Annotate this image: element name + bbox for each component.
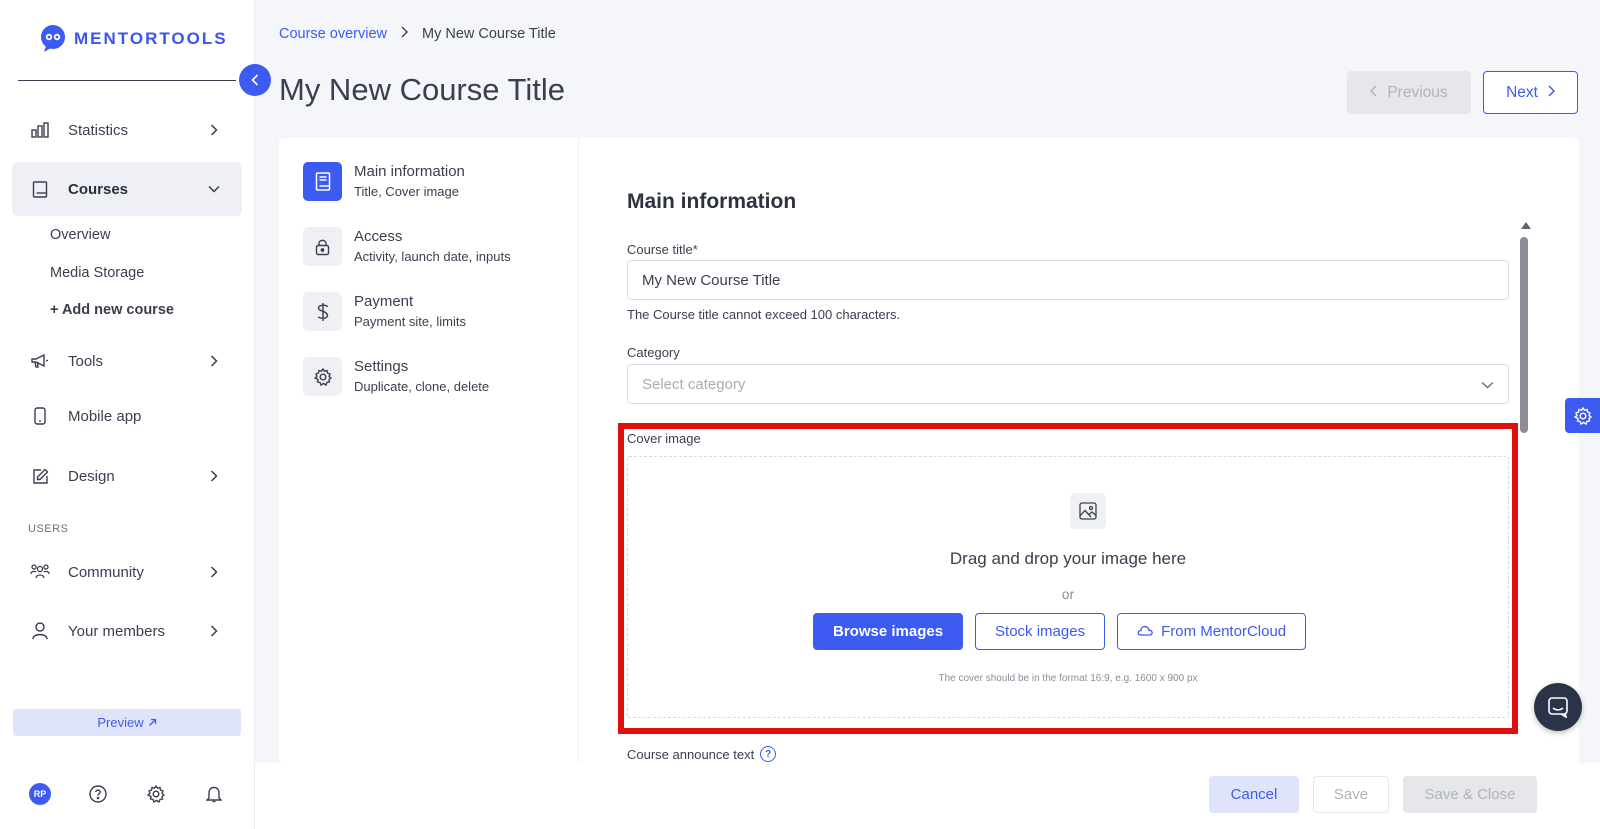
chevron-right-icon <box>206 468 222 484</box>
chevron-left-icon <box>251 74 259 86</box>
collapse-sidebar-button[interactable] <box>239 64 271 96</box>
breadcrumb-current: My New Course Title <box>422 26 556 42</box>
page-title: My New Course Title <box>279 72 565 107</box>
scroll-up-arrow[interactable] <box>1521 222 1531 229</box>
save-button[interactable]: Save <box>1313 776 1389 813</box>
sidebar-item-label: Statistics <box>68 121 129 139</box>
preview-label: Preview <box>97 715 144 730</box>
step-title: Payment <box>354 293 414 310</box>
sidebar-item-your-members[interactable]: Your members <box>12 604 242 658</box>
people-icon <box>30 562 50 582</box>
announce-text-label: Course announce text ? <box>627 746 777 762</box>
chat-launcher-button[interactable] <box>1534 683 1582 731</box>
step-subtitle: Payment site, limits <box>354 314 466 329</box>
sidebar-subitem-add-course[interactable]: + Add new course <box>50 302 174 318</box>
step-title: Access <box>354 228 403 245</box>
sidebar-item-label: Design <box>68 467 115 485</box>
step-title: Main information <box>354 163 465 180</box>
steps-panel: Main information Title, Cover image Acce… <box>279 138 579 763</box>
book-icon <box>303 162 342 201</box>
step-access[interactable]: Access Activity, launch date, inputs <box>303 227 511 266</box>
pencil-icon <box>30 466 50 486</box>
megaphone-icon <box>30 351 50 371</box>
action-footer: Cancel Save Save & Close <box>255 763 1600 829</box>
chevron-right-icon <box>206 122 222 138</box>
sidebar: MENTORTOOLS Statistics Courses Overview … <box>0 0 255 829</box>
cancel-button[interactable]: Cancel <box>1209 776 1299 813</box>
step-subtitle: Activity, launch date, inputs <box>354 249 511 264</box>
chevron-right-icon <box>206 623 222 639</box>
section-label-users: USERS <box>28 523 69 535</box>
course-title-input[interactable] <box>627 260 1509 300</box>
step-subtitle: Title, Cover image <box>354 184 459 199</box>
previous-button[interactable]: Previous <box>1347 71 1471 114</box>
sidebar-item-community[interactable]: Community <box>12 545 242 599</box>
help-icon[interactable]: ? <box>760 746 777 762</box>
course-title-helper: The Course title cannot exceed 100 chara… <box>627 307 901 322</box>
scrollbar-thumb[interactable] <box>1520 237 1528 433</box>
chat-icon <box>1548 697 1568 718</box>
chevron-right-icon <box>206 564 222 580</box>
sidebar-item-courses[interactable]: Courses <box>12 162 242 216</box>
gear-icon <box>1573 406 1592 425</box>
external-link-icon <box>148 715 157 730</box>
mobile-icon <box>30 406 50 426</box>
logo[interactable]: MENTORTOOLS <box>38 24 228 54</box>
category-select[interactable]: Select category <box>627 364 1509 404</box>
chevron-right-icon <box>1548 84 1555 102</box>
announce-label-text: Course announce text <box>627 746 755 762</box>
course-editor-card: Main information Title, Cover image Acce… <box>279 138 1579 763</box>
dollar-icon <box>303 292 342 331</box>
step-subtitle: Duplicate, clone, delete <box>354 379 490 394</box>
category-label: Category <box>627 345 680 360</box>
gear-icon[interactable] <box>145 783 167 805</box>
previous-label: Previous <box>1387 83 1448 101</box>
highlight-annotation <box>618 423 1518 734</box>
chevron-right-icon <box>401 26 408 42</box>
sidebar-item-label: Your members <box>68 622 165 640</box>
logo-icon <box>41 25 65 52</box>
next-label: Next <box>1506 83 1538 101</box>
save-close-button[interactable]: Save & Close <box>1403 776 1537 813</box>
sidebar-item-design[interactable]: Design <box>12 449 242 503</box>
chevron-down-icon <box>1481 376 1494 393</box>
bell-icon[interactable] <box>203 783 225 805</box>
step-settings[interactable]: Settings Duplicate, clone, delete <box>303 357 489 396</box>
category-placeholder: Select category <box>642 375 746 393</box>
sidebar-item-mobile-app[interactable]: Mobile app <box>12 389 242 443</box>
step-main-information[interactable]: Main information Title, Cover image <box>303 162 465 201</box>
settings-tab-button[interactable] <box>1565 398 1600 433</box>
chevron-left-icon <box>1370 84 1377 102</box>
form-heading: Main information <box>627 190 797 213</box>
chevron-down-icon <box>206 181 222 197</box>
sidebar-item-label: Courses <box>68 180 129 198</box>
chevron-right-icon <box>206 353 222 369</box>
sidebar-subitem-overview[interactable]: Overview <box>50 227 110 243</box>
sidebar-divider <box>18 80 236 81</box>
sidebar-item-label: Tools <box>68 352 104 370</box>
brand-name: MENTORTOOLS <box>74 29 228 48</box>
preview-button[interactable]: Preview <box>13 709 241 736</box>
user-icon <box>30 621 50 641</box>
breadcrumb-link[interactable]: Course overview <box>279 26 387 42</box>
course-title-label: Course title* <box>627 242 698 257</box>
breadcrumb: Course overview My New Course Title <box>279 26 556 42</box>
sidebar-subitem-media-storage[interactable]: Media Storage <box>50 265 144 281</box>
lock-icon <box>303 227 342 266</box>
help-icon[interactable] <box>87 783 109 805</box>
sidebar-item-label: Community <box>68 563 144 581</box>
sidebar-item-label: Mobile app <box>68 407 142 425</box>
step-payment[interactable]: Payment Payment site, limits <box>303 292 466 331</box>
step-title: Settings <box>354 358 409 375</box>
avatar[interactable]: RP <box>29 783 51 805</box>
next-button[interactable]: Next <box>1483 71 1578 114</box>
gear-icon <box>303 357 342 396</box>
sidebar-item-statistics[interactable]: Statistics <box>12 103 242 157</box>
sidebar-footer: RP <box>0 780 255 810</box>
sidebar-item-tools[interactable]: Tools <box>12 334 242 388</box>
book-icon <box>30 179 50 199</box>
bar-chart-icon <box>30 120 50 140</box>
